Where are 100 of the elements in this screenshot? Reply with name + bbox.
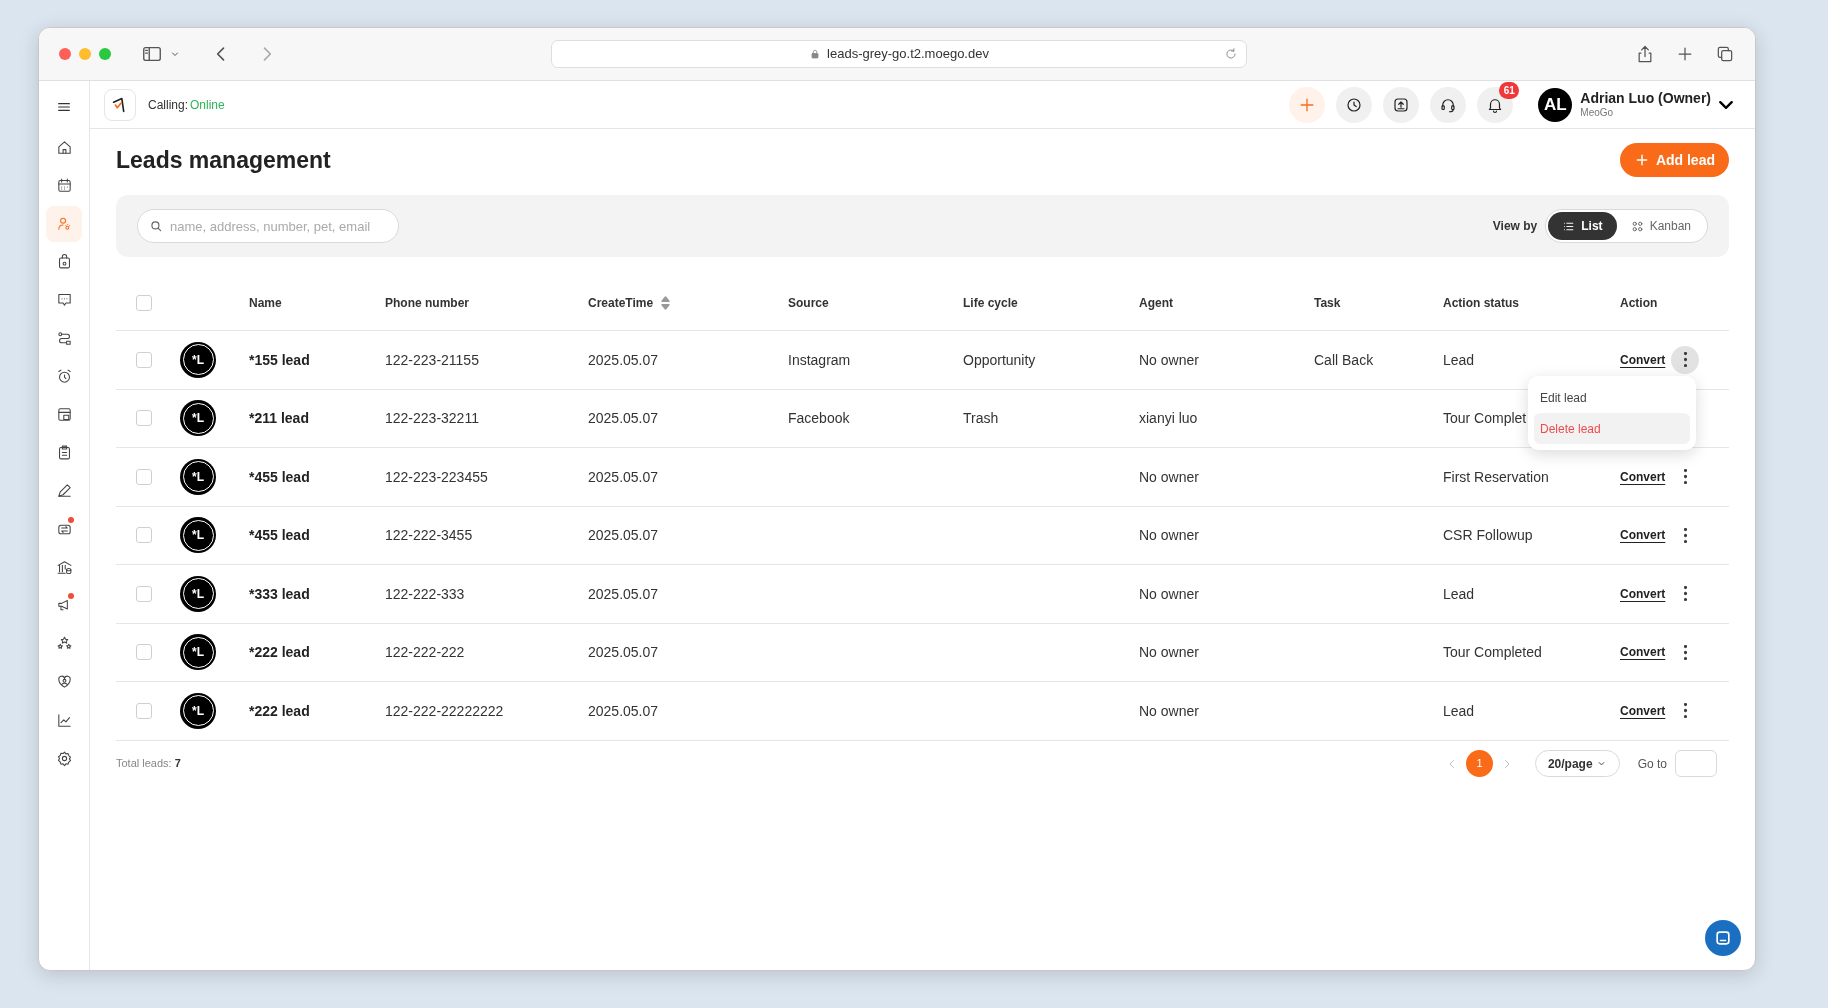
table-cell: 2025.05.07 xyxy=(588,644,659,661)
clock-icon xyxy=(1345,95,1364,114)
table-cell: Tour Completed xyxy=(1443,644,1542,661)
person-paw-icon xyxy=(55,215,73,233)
table-cell: 122-223-32211 xyxy=(385,410,479,427)
table-cell: No owner xyxy=(1139,644,1199,661)
table-cell: 122-222-22222222 xyxy=(385,702,504,719)
chat-icon xyxy=(55,291,73,309)
table-cell: 2025.05.07 xyxy=(588,410,659,427)
address-bar[interactable]: leads-grey-go.t2.moego.dev xyxy=(551,40,1247,68)
column-header: Source xyxy=(788,294,829,312)
table-cell: First Reservation xyxy=(1443,468,1549,485)
column-header: Task xyxy=(1314,294,1341,312)
grid-icon xyxy=(1630,219,1644,233)
table-cell: Lead xyxy=(1443,702,1475,719)
table-cell: No owner xyxy=(1139,351,1199,368)
table-cell: Instagram xyxy=(788,351,851,368)
upload-icon xyxy=(1392,95,1411,114)
kebab-icon xyxy=(1683,352,1687,368)
checkbox[interactable] xyxy=(136,527,152,544)
table-cell: Trash xyxy=(963,410,999,427)
tabs-button[interactable] xyxy=(1715,44,1735,64)
search-field[interactable]: name, address, number, pet, email xyxy=(137,209,399,243)
chat-button[interactable] xyxy=(1705,920,1741,956)
kebab-icon xyxy=(1683,703,1687,719)
store-icon xyxy=(55,406,73,423)
table-cell: 122-222-3455 xyxy=(385,527,473,544)
convert-link[interactable]: Convert xyxy=(1620,584,1666,603)
convert-link[interactable]: Convert xyxy=(1620,350,1666,369)
more-button[interactable] xyxy=(1671,345,1700,374)
table-cell: 122-222-333 xyxy=(385,585,465,602)
calendar-icon xyxy=(55,176,73,194)
lead-name: *455 lead xyxy=(249,527,310,544)
alarm-clock-icon xyxy=(55,367,73,385)
total-leads-label: Total leads: xyxy=(116,756,172,772)
convert-link[interactable]: Convert xyxy=(1620,643,1666,662)
close-window-button[interactable] xyxy=(59,48,71,60)
total-leads-count: 7 xyxy=(174,756,181,772)
table-cell: Opportunity xyxy=(963,351,1036,368)
view-by-label: View by xyxy=(1492,218,1538,235)
convert-link[interactable]: Convert xyxy=(1620,467,1666,486)
notifications-button[interactable] xyxy=(1477,86,1514,123)
view-option-tab[interactable]: Kanban xyxy=(1616,212,1705,240)
lead-name: *222 lead xyxy=(249,644,310,661)
upload-button[interactable] xyxy=(1383,86,1420,123)
kebab-icon xyxy=(1683,469,1687,485)
settings-icon xyxy=(55,749,73,767)
go-to-label: Go to xyxy=(1637,755,1667,773)
support-button[interactable] xyxy=(1430,86,1467,123)
menu-item[interactable]: Edit lead xyxy=(1534,382,1690,413)
home-icon xyxy=(55,138,73,156)
url-text: leads-grey-go.t2.moego.dev xyxy=(827,45,989,64)
table-cell: xianyi luo xyxy=(1139,410,1198,427)
calling-status: Online xyxy=(190,96,225,114)
checkbox[interactable] xyxy=(136,644,152,661)
table-cell: No owner xyxy=(1139,585,1199,602)
chevron-down-icon xyxy=(1719,100,1733,109)
column-header: Name xyxy=(249,294,282,312)
history-button[interactable] xyxy=(1336,86,1373,123)
table-cell: 2025.05.07 xyxy=(588,351,659,368)
search-icon xyxy=(149,219,163,233)
convert-link[interactable]: Convert xyxy=(1620,701,1666,720)
sort-icon[interactable] xyxy=(661,295,671,310)
lead-name: *222 lead xyxy=(249,702,310,719)
table-cell: 2025.05.07 xyxy=(588,585,659,602)
view-option-tab[interactable]: List xyxy=(1548,212,1617,240)
column-header: Action status xyxy=(1443,294,1519,312)
checkbox[interactable] xyxy=(136,294,152,311)
checkbox[interactable] xyxy=(136,702,152,719)
table-cell: Facebook xyxy=(788,410,850,427)
table-cell: 122-223-223455 xyxy=(385,468,488,485)
go-to-field[interactable] xyxy=(1675,750,1717,777)
table-cell: 2025.05.07 xyxy=(588,527,659,544)
table-cell: 122-222-222 xyxy=(385,644,465,661)
calling-label: Calling: xyxy=(148,96,189,114)
bank-icon xyxy=(55,558,73,576)
convert-link[interactable]: Convert xyxy=(1620,526,1666,545)
column-header: Action xyxy=(1620,294,1658,312)
table-cell: No owner xyxy=(1139,468,1199,485)
table-cell: 2025.05.07 xyxy=(588,702,659,719)
table-cell: No owner xyxy=(1139,527,1199,544)
notification-count-badge: 61 xyxy=(1499,81,1520,99)
table-cell: 2025.05.07 xyxy=(588,468,659,485)
checkbox[interactable] xyxy=(136,468,152,485)
checkbox[interactable] xyxy=(136,351,152,368)
lead-name: *333 lead xyxy=(249,585,310,602)
kebab-icon xyxy=(1683,586,1687,602)
kebab-icon xyxy=(1683,644,1687,660)
checkbox[interactable] xyxy=(136,410,152,427)
column-header: Agent xyxy=(1139,294,1173,312)
company-name: MeoGo xyxy=(1580,107,1614,120)
pencil-icon xyxy=(55,482,73,500)
user-avatar: AL xyxy=(1538,87,1573,122)
checkbox[interactable] xyxy=(136,585,152,602)
table-cell: CSR Followup xyxy=(1443,527,1533,544)
table-cell: Call Back xyxy=(1314,351,1374,368)
table-cell: Lead xyxy=(1443,585,1475,602)
lead-name: *155 lead xyxy=(249,351,310,368)
lead-name: *455 lead xyxy=(249,468,310,485)
table-cell: 122-223-21155 xyxy=(385,351,479,368)
